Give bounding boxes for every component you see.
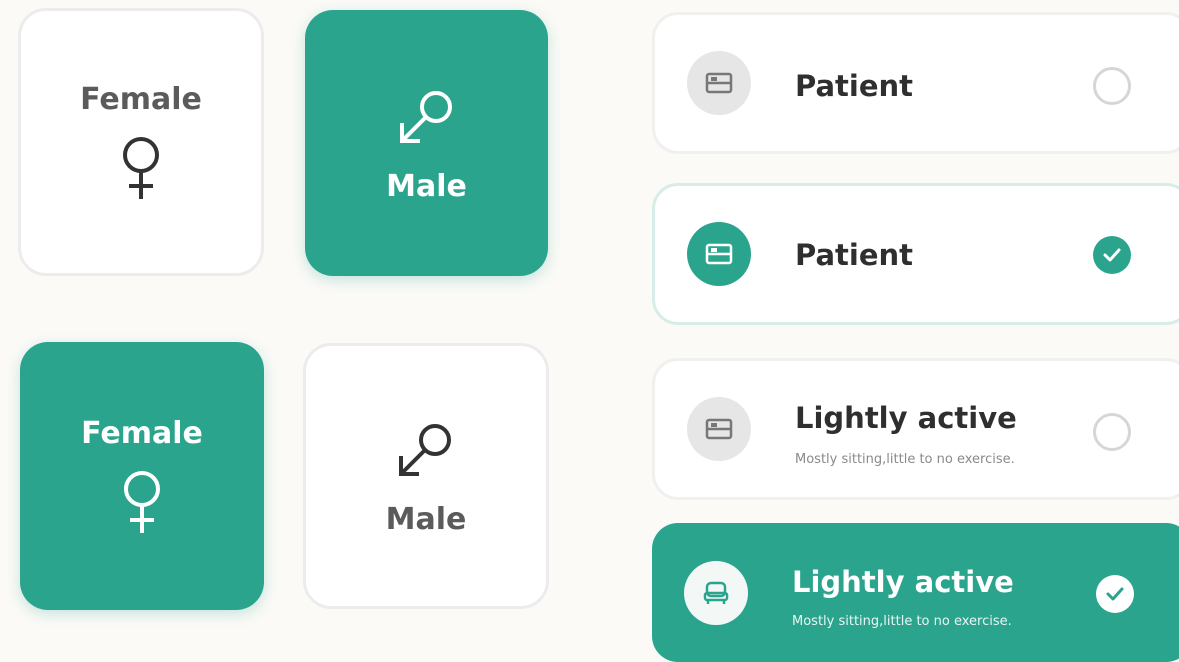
option-title: Patient bbox=[795, 238, 914, 272]
option-subtitle: Mostly sitting,little to no exercise. bbox=[795, 452, 1015, 467]
female-icon bbox=[123, 136, 159, 199]
check-icon[interactable] bbox=[1093, 236, 1131, 274]
option-card-patient[interactable]: Patient bbox=[652, 12, 1179, 154]
gender-card-female[interactable]: Female bbox=[18, 8, 264, 276]
bed-icon bbox=[687, 222, 751, 286]
gender-card-label: Female bbox=[80, 81, 202, 117]
female-icon bbox=[124, 470, 160, 533]
option-subtitle: Mostly sitting,little to no exercise. bbox=[792, 614, 1012, 629]
radio-button[interactable] bbox=[1093, 67, 1131, 105]
option-title: Lightly active bbox=[795, 401, 1017, 435]
gender-card-label: Male bbox=[385, 501, 467, 537]
option-title: Patient bbox=[795, 69, 914, 103]
gender-card-label: Male bbox=[386, 168, 467, 204]
bed-icon bbox=[687, 51, 751, 115]
male-icon bbox=[399, 90, 452, 143]
option-title: Lightly active bbox=[792, 565, 1014, 599]
gender-card-male[interactable]: Male bbox=[303, 343, 549, 609]
male-icon bbox=[399, 423, 451, 476]
option-card-lightly-active[interactable]: Lightly active Mostly sitting,little to … bbox=[652, 358, 1179, 500]
check-icon[interactable] bbox=[1096, 575, 1134, 613]
gender-card-label: Female bbox=[81, 415, 203, 451]
armchair-icon bbox=[684, 561, 748, 625]
gender-card-male[interactable]: Male bbox=[305, 10, 548, 276]
bed-icon bbox=[687, 397, 751, 461]
radio-button[interactable] bbox=[1093, 413, 1131, 451]
gender-card-female[interactable]: Female bbox=[20, 342, 264, 610]
option-card-patient[interactable]: Patient bbox=[652, 183, 1179, 325]
option-card-lightly-active[interactable]: Lightly active Mostly sitting,little to … bbox=[652, 523, 1179, 662]
